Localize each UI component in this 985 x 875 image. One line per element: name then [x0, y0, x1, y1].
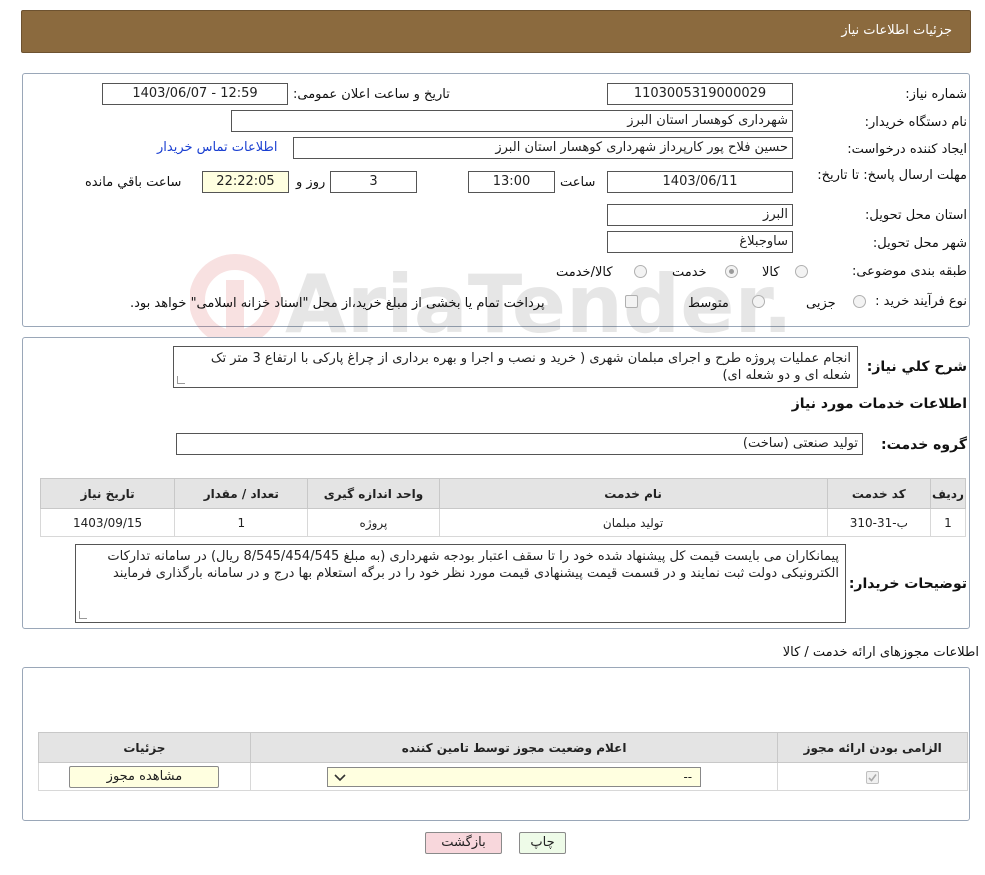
remaining-label: ساعت باقي مانده [85, 175, 182, 190]
col-row-number: ردیف [929, 478, 967, 509]
deadline-time-field[interactable]: 13:00 [468, 171, 555, 193]
buyer-notes-label: توضیحات خریدار: [848, 576, 967, 592]
page-title: جزئیات اطلاعات نیاز [841, 23, 952, 38]
process-option-minor: جزیی [806, 296, 836, 311]
permits-section-title: اطلاعات مجوزهای ارائه خدمت / کالا [782, 645, 979, 660]
cell-row-number: 1 [929, 508, 967, 537]
deadline-date-field[interactable]: 1403/06/11 [607, 171, 793, 193]
description-text: انجام عملیات پروژه طرح و اجرای مبلمان شه… [210, 351, 851, 383]
description-label: شرح کلي نياز: [866, 359, 967, 375]
province-label: استان محل تحویل: [865, 208, 967, 223]
cell-permit-required [777, 762, 968, 791]
buyer-org-label: نام دستگاه خریدار: [864, 115, 967, 130]
city-field[interactable]: ساوجبلاغ [607, 231, 793, 253]
days-field[interactable]: 3 [330, 171, 417, 193]
need-number-label: شماره نیاز: [905, 87, 967, 102]
process-label: نوع فرآیند خرید : [875, 294, 967, 309]
process-radio-minor[interactable] [853, 295, 866, 308]
category-label: طبقه بندی موضوعی: [851, 264, 967, 279]
category-radio-goods-service[interactable] [634, 265, 647, 278]
category-option-goods: کالا [762, 265, 780, 280]
treasury-note: پرداخت تمام یا بخشی از مبلغ خرید،از محل … [130, 296, 545, 311]
permit-status-select[interactable]: -- [327, 766, 702, 787]
service-group-label: گروه خدمت: [881, 437, 967, 453]
cell-service-code: ب-31-310 [826, 508, 931, 537]
announce-label: تاریخ و ساعت اعلان عمومی: [293, 87, 450, 102]
col-quantity: تعداد / مقدار [174, 478, 309, 509]
buyer-notes-text: پیمانکاران می بایست قیمت کل پیشنهاد شده … [107, 549, 839, 581]
col-permit-required: الزامی بودن ارائه مجوز [777, 732, 968, 763]
table-row: -- مشاهده مجوز [38, 762, 968, 791]
cell-unit: پروژه [307, 508, 440, 537]
category-radio-goods[interactable] [795, 265, 808, 278]
creator-label: ایجاد کننده درخواست: [847, 142, 967, 157]
page-header: جزئیات اطلاعات نیاز [21, 10, 971, 53]
checkmark-icon [868, 773, 877, 782]
resize-handle-icon[interactable] [79, 611, 87, 619]
description-textarea[interactable]: انجام عملیات پروژه طرح و اجرای مبلمان شه… [173, 346, 858, 388]
service-group-field[interactable]: تولید صنعتی (ساخت) [176, 433, 863, 455]
buyer-org-field[interactable]: شهرداری کوهسار استان البرز [231, 110, 793, 132]
province-field[interactable]: البرز [607, 204, 793, 226]
col-unit: واحد اندازه گیری [307, 478, 440, 509]
view-permit-button[interactable]: مشاهده مجوز [69, 765, 220, 788]
cell-permit-details: مشاهده مجوز [38, 762, 251, 791]
need-number-field[interactable]: 1103005319000029 [607, 83, 793, 105]
announce-field[interactable]: 1403/06/07 - 12:59 [102, 83, 288, 105]
buyer-notes-textarea[interactable]: پیمانکاران می بایست قیمت کل پیشنهاد شده … [75, 544, 846, 623]
col-permit-status: اعلام وضعیت مجوز توسط تامین کننده [249, 732, 779, 763]
process-radio-medium[interactable] [752, 295, 765, 308]
chevron-down-icon [334, 773, 346, 781]
permit-status-selected: -- [683, 769, 693, 784]
col-service-code: کد خدمت [826, 478, 931, 509]
remaining-time-field: 22:22:05 [202, 171, 289, 193]
resize-handle-icon[interactable] [177, 376, 185, 384]
treasury-checkbox[interactable] [625, 295, 638, 308]
cell-service-name: تولید مبلمان [438, 508, 828, 537]
permits-table-header: الزامی بودن ارائه مجوز اعلام وضعیت مجوز … [38, 732, 968, 763]
col-service-name: نام خدمت [438, 478, 828, 509]
cell-need-date: 1403/09/15 [39, 508, 176, 537]
col-need-date: تاریخ نیاز [39, 478, 176, 509]
category-option-service: خدمت [672, 265, 707, 280]
deadline-time-label: ساعت [560, 175, 596, 190]
creator-field[interactable]: حسین فلاح پور کارپرداز شهرداری کوهسار اس… [293, 137, 793, 159]
permit-required-checkbox[interactable] [866, 770, 880, 784]
permits-table: الزامی بودن ارائه مجوز اعلام وضعیت مجوز … [38, 732, 968, 791]
city-label: شهر محل تحویل: [872, 236, 967, 251]
services-section-title: اطلاعات خدمات مورد نیاز [791, 396, 967, 412]
category-radio-service[interactable] [725, 265, 738, 278]
print-button[interactable]: چاپ [519, 832, 566, 854]
cell-quantity: 1 [174, 508, 309, 537]
process-option-medium: متوسط [688, 296, 729, 311]
col-permit-details: جزئیات [38, 732, 251, 763]
deadline-label: مهلت ارسال پاسخ: تا تاریخ: [817, 168, 967, 183]
services-table-header: ردیف کد خدمت نام خدمت واحد اندازه گیری ت… [39, 478, 967, 509]
days-label: روز و [296, 175, 326, 190]
buyer-contact-link[interactable]: اطلاعات تماس خریدار [157, 140, 277, 155]
category-option-goods-service: کالا/خدمت [556, 265, 613, 280]
cell-permit-status: -- [249, 762, 779, 791]
back-button[interactable]: بازگشت [425, 832, 502, 854]
table-row[interactable]: 1 ب-31-310 تولید مبلمان پروژه 1 1403/09/… [39, 508, 967, 537]
services-table: ردیف کد خدمت نام خدمت واحد اندازه گیری ت… [39, 478, 967, 537]
